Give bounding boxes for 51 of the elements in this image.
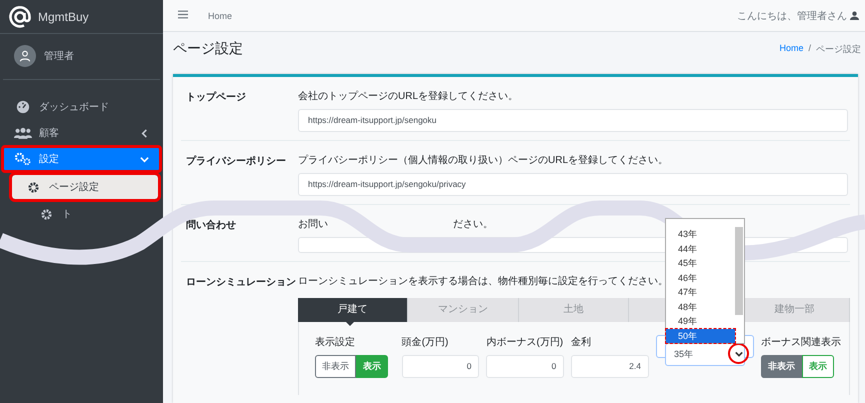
- sidebar-subitem[interactable]: ページ設定: [12, 175, 158, 199]
- toggle-button[interactable]: 非表示: [315, 355, 356, 378]
- field-label: 内ボーナス(万円): [486, 337, 564, 348]
- dropdown-option[interactable]: 50年: [666, 328, 735, 343]
- dropdown-option[interactable]: 45年: [666, 256, 735, 270]
- toggle-button[interactable]: 非表示: [761, 355, 802, 378]
- field-label: 金利: [571, 337, 592, 348]
- sidebar-subitem[interactable]: ト: [12, 202, 158, 226]
- brand-name: MgmtBuy: [38, 10, 89, 24]
- sidebar-item[interactable]: 顧客: [0, 120, 163, 146]
- setting-description: ださい。: [453, 218, 493, 231]
- person-icon[interactable]: [850, 11, 859, 20]
- sidebar-item[interactable]: ダッシュボード: [0, 94, 163, 120]
- setting-label: プライバシーポリシー: [185, 154, 287, 169]
- setting-description: ローンシミュレーションを表示する場合は、物件種別毎に設定を行ってください。: [298, 274, 668, 288]
- gears-icon: [14, 152, 32, 166]
- scrollbar-thumb[interactable]: [735, 227, 743, 315]
- page-title: ページ設定: [173, 40, 243, 58]
- url-field[interactable]: https://dream-itsupport.jp/sengoku: [298, 109, 848, 132]
- greeting: こんにちは、管理者さん: [737, 10, 847, 23]
- number-field[interactable]: 0: [402, 355, 480, 378]
- gauge-icon: [14, 100, 32, 114]
- number-field[interactable]: 0: [486, 355, 564, 378]
- dropdown-option[interactable]: 44年: [666, 242, 735, 256]
- dropdown-option[interactable]: 46年: [666, 270, 735, 285]
- setting-description: プライバシーポリシー（個人情報の取り扱い）ページのURLを登録してください。: [298, 154, 668, 167]
- user-name: 管理者: [44, 50, 74, 63]
- setting-description: 会社のトップページのURLを登録してください。: [298, 90, 518, 103]
- sidebar-item[interactable]: 設定: [2, 146, 161, 172]
- dropdown-option[interactable]: 43年: [666, 227, 735, 242]
- dropdown-option[interactable]: 49年: [666, 314, 735, 328]
- number-field[interactable]: 2.4: [571, 355, 649, 378]
- setting-label: ローンシミュレーション: [185, 276, 297, 290]
- select-field[interactable]: 35年: [665, 343, 745, 366]
- at-sign-logo-icon: [8, 4, 32, 28]
- breadcrumb-link[interactable]: Home: [779, 42, 804, 56]
- dropdown-option[interactable]: 48年: [666, 300, 735, 314]
- url-field[interactable]: https://dream-itsupport.jp/sengoku/privacy: [298, 173, 848, 196]
- setting-label: 問い合わせ: [185, 218, 237, 233]
- breadcrumb-current: ページ設定: [816, 42, 861, 56]
- field-label: 表示設定: [315, 337, 355, 348]
- home-link[interactable]: Home: [208, 10, 232, 21]
- property-tab[interactable]: 戸建て: [298, 298, 408, 322]
- field-label: ボーナス関連表示: [761, 337, 841, 348]
- field-label: 頭金(万円): [402, 337, 448, 348]
- setting-description: お問い: [298, 218, 328, 231]
- setting-label: トップページ: [185, 90, 247, 105]
- avatar-icon: [14, 45, 36, 67]
- breadcrumb-separator: /: [808, 42, 811, 55]
- users-icon: [14, 126, 32, 140]
- dropdown-option[interactable]: 47年: [666, 285, 735, 300]
